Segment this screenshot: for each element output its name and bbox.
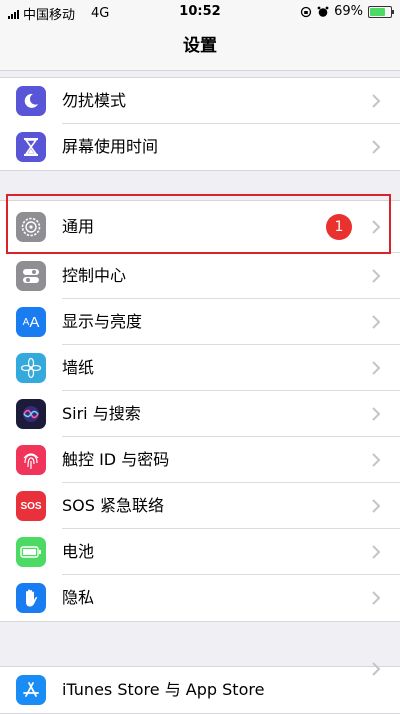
siri-icon bbox=[16, 399, 46, 429]
row-label: 屏幕使用时间 bbox=[62, 137, 159, 156]
chevron-right-icon bbox=[372, 545, 381, 559]
toggles-icon bbox=[16, 261, 46, 291]
row-label: iTunes Store 与 App Store bbox=[62, 680, 265, 699]
row-siri-search[interactable]: Siri 与搜索 bbox=[0, 391, 400, 437]
chevron-right-icon bbox=[372, 453, 381, 467]
app-store-icon bbox=[16, 675, 46, 705]
fingerprint-icon bbox=[16, 445, 46, 475]
hand-icon bbox=[16, 583, 46, 613]
row-do-not-disturb[interactable]: 勿扰模式 bbox=[0, 78, 400, 124]
sos-icon: SOS bbox=[16, 491, 46, 521]
chevron-right-icon bbox=[372, 315, 381, 329]
status-right: 69% bbox=[300, 4, 394, 19]
row-wallpaper[interactable]: 墙纸 bbox=[0, 345, 400, 391]
display-aa-icon: AA bbox=[16, 307, 46, 337]
moon-icon bbox=[16, 86, 46, 116]
chevron-right-icon bbox=[372, 407, 381, 421]
page-title: 设置 bbox=[183, 36, 217, 56]
row-emergency-sos[interactable]: SOS SOS 紧急联络 bbox=[0, 483, 400, 529]
flower-icon bbox=[16, 353, 46, 383]
status-bar: 中国移动 4G 10:52 69% bbox=[0, 0, 400, 24]
row-label: 隐私 bbox=[62, 588, 95, 607]
battery-icon bbox=[368, 5, 394, 18]
settings-group-2: 通用 1 控制中心 AA 显示与亮度 墙纸 Siri 与搜索 触控 ID 与密码… bbox=[0, 200, 400, 622]
settings-group-3: iTunes Store 与 App Store bbox=[0, 662, 400, 714]
chevron-right-icon bbox=[372, 140, 381, 154]
row-label: 显示与亮度 bbox=[62, 312, 143, 331]
row-label: 墙纸 bbox=[62, 358, 95, 377]
row-label: 电池 bbox=[62, 542, 95, 561]
row-label: 触控 ID 与密码 bbox=[62, 450, 170, 469]
settings-group-1: 勿扰模式 屏幕使用时间 bbox=[0, 77, 400, 171]
chevron-right-icon bbox=[372, 662, 381, 676]
hourglass-icon bbox=[16, 132, 46, 162]
chevron-right-icon bbox=[372, 591, 381, 605]
row-touch-id-passcode[interactable]: 触控 ID 与密码 bbox=[0, 437, 400, 483]
row-label: 控制中心 bbox=[62, 266, 127, 285]
row-label: Siri 与搜索 bbox=[62, 404, 141, 423]
row-label: 勿扰模式 bbox=[62, 91, 127, 110]
row-control-center[interactable]: 控制中心 bbox=[0, 253, 400, 299]
row-display-brightness[interactable]: AA 显示与亮度 bbox=[0, 299, 400, 345]
battery-setting-icon bbox=[16, 537, 46, 567]
orientation-lock-icon bbox=[300, 6, 312, 17]
battery-percent: 69% bbox=[334, 4, 363, 19]
chevron-right-icon bbox=[372, 269, 381, 283]
chevron-right-icon bbox=[372, 499, 381, 513]
row-screen-time[interactable]: 屏幕使用时间 bbox=[0, 124, 400, 170]
chevron-right-icon bbox=[372, 94, 381, 108]
nav-bar: 设置 bbox=[0, 24, 400, 71]
row-itunes-app-store[interactable]: iTunes Store 与 App Store bbox=[0, 662, 400, 713]
row-label: SOS 紧急联络 bbox=[62, 496, 164, 515]
alarm-icon bbox=[317, 6, 329, 17]
sos-icon-text: SOS bbox=[20, 500, 42, 512]
row-battery[interactable]: 电池 bbox=[0, 529, 400, 575]
row-privacy[interactable]: 隐私 bbox=[0, 575, 400, 621]
highlight-frame bbox=[6, 194, 391, 254]
chevron-right-icon bbox=[372, 361, 381, 375]
